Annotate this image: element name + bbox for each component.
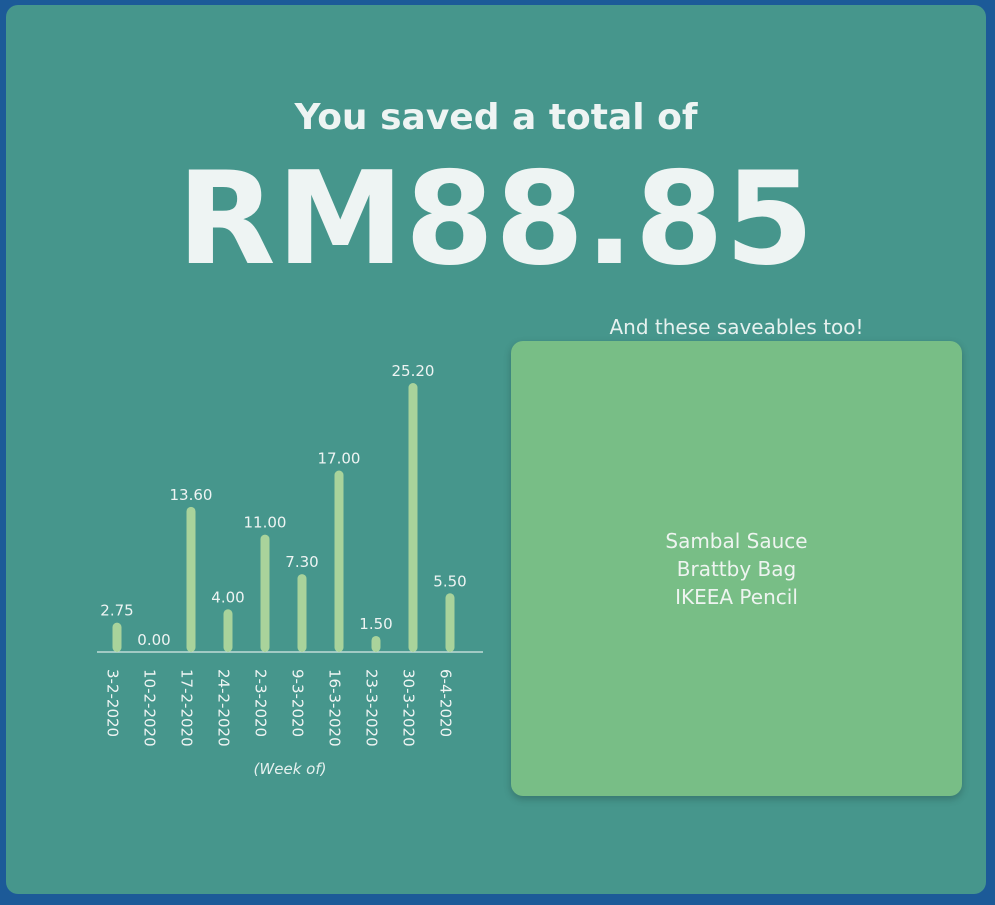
- bar-value-label: 5.50: [433, 572, 466, 590]
- savings-heading: You saved a total of: [294, 97, 698, 138]
- bar-value-label: 0.00: [137, 631, 170, 649]
- x-tick-label: 17-2-2020: [178, 669, 196, 747]
- bar: [260, 534, 270, 652]
- x-tick-label: 30-3-2020: [400, 669, 418, 747]
- bar-value-label: 25.20: [392, 362, 435, 380]
- bar-value-label: 13.60: [170, 486, 213, 504]
- bar: [297, 574, 307, 652]
- x-axis-title: (Week of): [254, 760, 327, 778]
- total-saved-amount: RM88.85: [177, 145, 815, 294]
- x-tick-label: 23-3-2020: [363, 669, 381, 747]
- saveable-item: IKEEA Pencil: [675, 585, 798, 609]
- bar: [371, 635, 381, 652]
- bar: [334, 470, 344, 652]
- bar: [186, 506, 196, 652]
- bar-value-label: 1.50: [359, 615, 392, 633]
- x-tick-label: 24-2-2020: [215, 669, 233, 747]
- bar-value-label: 17.00: [318, 450, 361, 468]
- bar-value-label: 2.75: [100, 602, 133, 620]
- bar: [445, 593, 455, 652]
- x-tick-label: 16-3-2020: [326, 669, 344, 747]
- x-tick-label: 9-3-2020: [289, 669, 307, 737]
- bar-value-label: 11.00: [244, 514, 287, 532]
- weekly-savings-chart: 2.75 3-2-2020 0.00 10-2-2020 13.60 17-2-2020 4…: [97, 362, 483, 778]
- bar-value-label: 4.00: [211, 588, 244, 606]
- bar: [408, 383, 418, 652]
- x-tick-label: 2-3-2020: [252, 669, 270, 737]
- x-tick-label: 6-4-2020: [437, 669, 455, 737]
- saveables-list: Sambal Sauce Brattby Bag IKEEA Pencil: [511, 527, 962, 611]
- saveables-title: And these saveables too!: [609, 315, 864, 339]
- bar: [223, 609, 233, 652]
- bar-value-label: 7.30: [285, 553, 318, 571]
- bar: [112, 622, 122, 652]
- saveable-item: Brattby Bag: [676, 557, 797, 581]
- x-tick-label: 3-2-2020: [104, 669, 122, 737]
- x-tick-label: 10-2-2020: [141, 669, 159, 747]
- saveables-panel: Sambal Sauce Brattby Bag IKEEA Pencil: [511, 341, 962, 796]
- saveable-item: Sambal Sauce: [665, 529, 808, 553]
